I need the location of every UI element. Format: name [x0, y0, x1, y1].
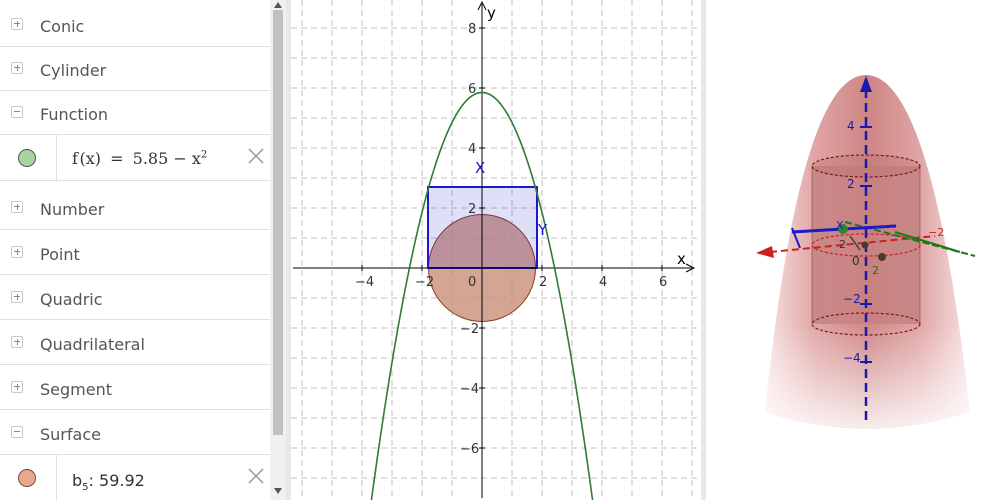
function-constant: 5.85: [132, 149, 169, 168]
surface-definition[interactable]: b5: 59.92: [72, 471, 145, 493]
point-Y-label[interactable]: Y: [537, 221, 548, 239]
category-cylinder[interactable]: Cylinder: [0, 47, 270, 91]
scroll-up-arrow-icon[interactable]: [272, 0, 284, 10]
z-tick-label: −4: [843, 351, 861, 365]
scroll-down-arrow-icon[interactable]: [272, 486, 284, 496]
y-axis-label: y: [487, 4, 496, 22]
origin-label: 0: [468, 275, 476, 290]
expand-icon[interactable]: [11, 336, 23, 348]
category-label: Point: [40, 245, 80, 264]
surface-value: 59.92: [99, 471, 145, 490]
y-tick-label: −6: [460, 442, 479, 457]
category-label: Quadrilateral: [40, 335, 145, 354]
delete-icon[interactable]: [247, 147, 265, 165]
point-3d[interactable]: [861, 241, 869, 249]
visibility-cell: [0, 135, 57, 180]
y-tick-label: 4: [468, 142, 476, 157]
visibility-marble-icon[interactable]: [18, 149, 36, 167]
z-tick-label: 4: [847, 119, 855, 133]
point-X-label[interactable]: X: [475, 159, 485, 177]
surface-item-b5[interactable]: b5: 59.92: [0, 455, 270, 500]
y-tick-label: −2: [460, 322, 479, 337]
category-quadric[interactable]: Quadric: [0, 276, 270, 320]
y-tick-label: −4: [460, 382, 479, 397]
function-close-paren: ): [94, 149, 102, 168]
category-label: Quadric: [40, 290, 103, 309]
category-surface[interactable]: Surface: [0, 411, 270, 455]
x-axis-label: x: [677, 250, 686, 268]
function-name: f: [72, 149, 78, 168]
category-label: Surface: [40, 425, 101, 444]
x-tick-label: 2: [539, 275, 547, 290]
category-function[interactable]: Function: [0, 91, 270, 135]
category-conic[interactable]: Conic: [0, 3, 270, 47]
graphics-view-3d[interactable]: 4 2 0 −2 −4 X −2 2 2: [706, 0, 1000, 500]
x-tick-label: −4: [355, 275, 374, 290]
z-tick-label: −2: [843, 292, 861, 306]
x-tick-label: 4: [599, 275, 607, 290]
surface-colon: :: [88, 471, 94, 490]
axis-tick-label: −2: [928, 226, 944, 239]
graphics-3d-canvas[interactable]: 4 2 0 −2 −4 X −2 2 2: [706, 0, 1000, 500]
expand-icon[interactable]: [11, 291, 23, 303]
category-segment[interactable]: Segment: [0, 366, 270, 410]
category-label: Cylinder: [40, 61, 107, 80]
visibility-marble-icon[interactable]: [18, 469, 36, 487]
collapse-icon[interactable]: [11, 106, 23, 118]
scrollbar-thumb[interactable]: [273, 10, 283, 435]
category-label: Segment: [40, 380, 112, 399]
y-tick-label: 6: [468, 82, 476, 97]
y-tick-label: 8: [468, 22, 476, 37]
collapse-icon[interactable]: [11, 426, 23, 438]
function-definition[interactable]: f (x) = 5.85 − x2: [72, 149, 207, 168]
function-variable-term: x: [191, 149, 201, 168]
expand-icon[interactable]: [11, 246, 23, 258]
delete-icon[interactable]: [247, 467, 265, 485]
minus-sign: −: [173, 149, 187, 168]
y-tick-label: 2: [468, 202, 476, 217]
function-item-f[interactable]: f (x) = 5.85 − x2: [0, 135, 270, 181]
algebra-view: Conic Cylinder Function f (x) = 5.85 − x…: [0, 0, 270, 500]
expand-icon[interactable]: [11, 18, 23, 30]
x-tick-label: 6: [659, 275, 667, 290]
graphics-view-2d[interactable]: x y −4 −2 0 2 4 6 8 6 4 2 −2 −4 −6 X Y: [291, 0, 701, 500]
equals-sign: =: [110, 149, 124, 168]
category-label: Conic: [40, 17, 85, 36]
x-tick-label: −2: [415, 275, 434, 290]
category-number[interactable]: Number: [0, 186, 270, 230]
z-tick-label: 0: [852, 254, 860, 268]
point-3d[interactable]: [878, 253, 886, 261]
surface-name: b: [72, 471, 83, 490]
expand-icon[interactable]: [11, 381, 23, 393]
graphics-2d-canvas[interactable]: x y −4 −2 0 2 4 6 8 6 4 2 −2 −4 −6 X Y: [291, 0, 701, 500]
function-variable: x: [85, 149, 95, 168]
axis-tick-label: 2: [839, 238, 846, 251]
axis-tick-label: 2: [872, 264, 879, 277]
expand-icon[interactable]: [11, 201, 23, 213]
point-X-3d-label: X: [836, 219, 844, 232]
visibility-cell: [0, 455, 57, 500]
category-point[interactable]: Point: [0, 231, 270, 275]
x-axis-arrow-icon: [756, 246, 774, 258]
category-quadrilateral[interactable]: Quadrilateral: [0, 321, 270, 365]
expand-icon[interactable]: [11, 62, 23, 74]
category-label: Function: [40, 105, 109, 124]
category-label: Number: [40, 200, 105, 219]
function-exponent: 2: [200, 149, 208, 161]
z-tick-label: 2: [847, 177, 855, 191]
